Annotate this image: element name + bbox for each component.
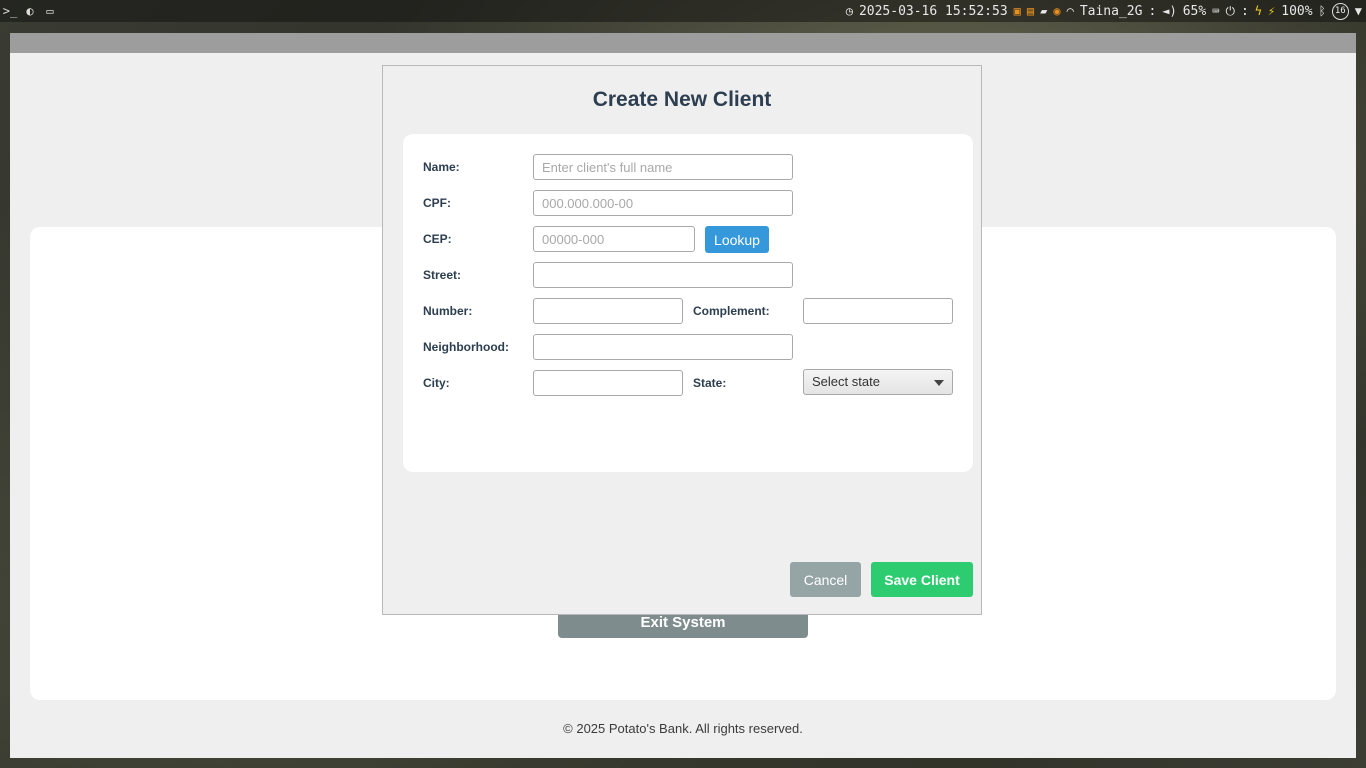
name-input[interactable]	[533, 154, 793, 180]
terminal-icon[interactable]: >_	[2, 3, 18, 19]
street-label: Street:	[423, 268, 462, 282]
battery-level[interactable]: 100%	[1281, 4, 1312, 19]
folder-icon[interactable]: ▭	[42, 3, 58, 19]
wifi-separator: :	[1148, 3, 1157, 19]
cep-input[interactable]	[533, 226, 695, 252]
cancel-button[interactable]: Cancel	[790, 562, 861, 597]
neighborhood-input[interactable]	[533, 334, 793, 360]
notification-count-badge[interactable]: 16	[1331, 2, 1349, 20]
terminal-launcher-icon[interactable]: ▣	[1014, 0, 1021, 22]
system-top-bar: >_ ◐ ▭ ◷ 2025-03-16 15:52:53 ▣ ▤ ▰ ◉ ◠ T…	[0, 0, 1366, 22]
browser-icon[interactable]: ◉	[1053, 0, 1060, 22]
bluetooth-icon[interactable]: ᛒ	[1319, 0, 1326, 22]
wifi-name[interactable]: Taina_2G	[1080, 4, 1143, 19]
number-input[interactable]	[533, 298, 683, 324]
state-label: State:	[693, 376, 727, 390]
folder-open-icon[interactable]: ▰	[1040, 0, 1047, 22]
app-menu-icon[interactable]: ◐	[22, 3, 38, 19]
launcher-group: >_ ◐ ▭	[0, 3, 58, 19]
app-titlebar[interactable]	[10, 33, 1356, 53]
lookup-button[interactable]: Lookup	[705, 226, 769, 253]
state-select-value: Select state	[812, 374, 880, 389]
power-separator: :	[1240, 3, 1249, 19]
cep-label: CEP:	[423, 232, 452, 246]
volume-icon: ◄)	[1162, 4, 1177, 18]
dropdown-arrow-icon	[934, 380, 944, 386]
neighborhood-label: Neighborhood:	[423, 340, 509, 354]
street-input[interactable]	[533, 262, 793, 288]
plug-icon: ⚡	[1268, 4, 1276, 18]
name-label: Name:	[423, 160, 460, 174]
network-signal-icon[interactable]: ▼	[1355, 0, 1362, 22]
save-client-button[interactable]: Save Client	[871, 562, 973, 597]
city-label: City:	[423, 376, 450, 390]
dialog-title: Create New Client	[592, 88, 772, 111]
power-icon[interactable]: ⏻	[1225, 0, 1235, 22]
status-area: ◷ 2025-03-16 15:52:53 ▣ ▤ ▰ ◉ ◠ Taina_2G…	[846, 0, 1362, 22]
number-label: Number:	[423, 304, 473, 318]
footer-copyright: © 2025 Potato's Bank. All rights reserve…	[563, 721, 803, 736]
cpf-input[interactable]	[533, 190, 793, 216]
charging-icon: ϟ	[1254, 4, 1263, 18]
volume-level[interactable]: 65%	[1183, 4, 1206, 19]
keyboard-icon[interactable]: ⌨	[1212, 0, 1219, 22]
state-select[interactable]: Select state	[803, 369, 953, 395]
cpf-label: CPF:	[423, 196, 451, 210]
create-client-dialog: Create New Client Name: CPF: CEP: Lookup…	[382, 65, 982, 615]
complement-input[interactable]	[803, 298, 953, 324]
client-form: Name: CPF: CEP: Lookup Street: Number: C…	[403, 134, 973, 472]
complement-label: Complement:	[693, 304, 770, 318]
wifi-icon: ◠	[1066, 4, 1074, 18]
clock-icon: ◷	[845, 4, 853, 18]
window-icon[interactable]: ▤	[1027, 0, 1034, 22]
datetime-text[interactable]: 2025-03-16 15:52:53	[859, 4, 1008, 19]
city-input[interactable]	[533, 370, 683, 396]
